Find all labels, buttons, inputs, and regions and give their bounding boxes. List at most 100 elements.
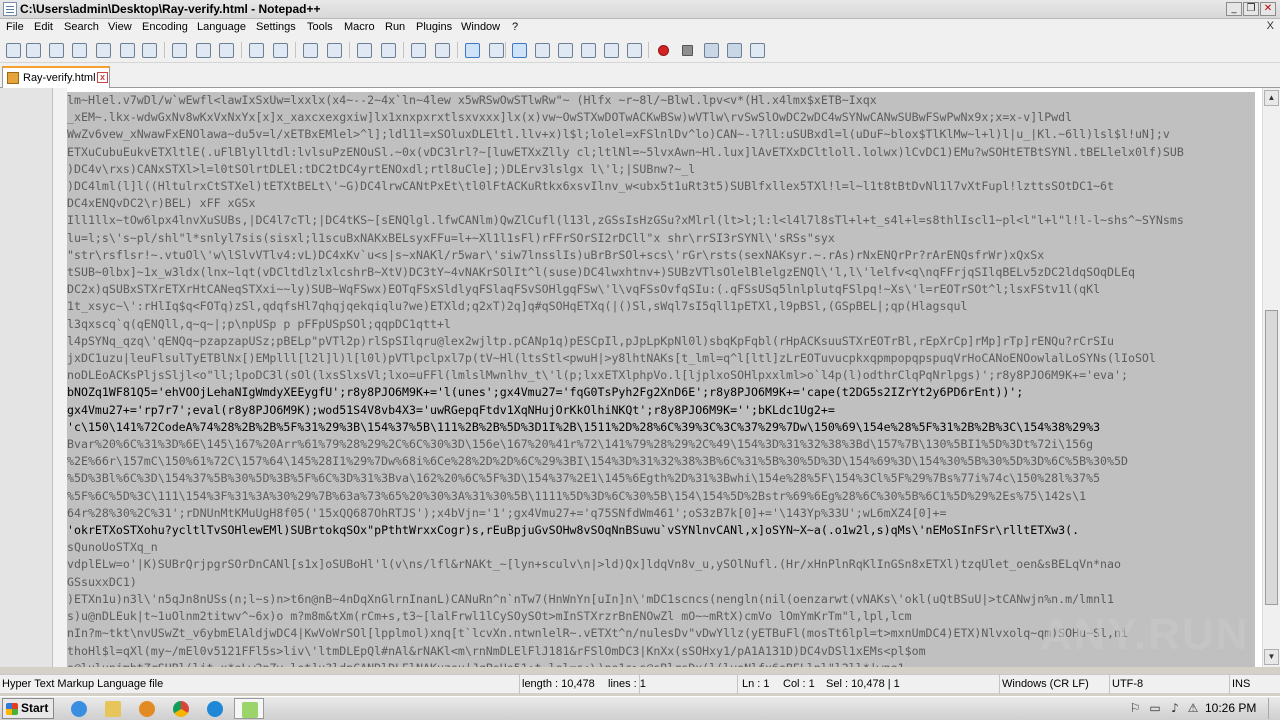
user-lang-icon[interactable] — [579, 41, 597, 59]
menu-encoding[interactable]: Encoding — [142, 21, 188, 33]
code-view[interactable]: lm~Hlel.v7wDl/w`wEwfl<lawIxSxUw=lxxlx(x4… — [67, 92, 1255, 667]
code-line[interactable]: %5D%3Bl%6C%3D\154%37%5B%30%5D%3B%5F%6C%3… — [67, 470, 1255, 488]
scroll-thumb[interactable] — [1265, 310, 1278, 605]
code-line[interactable]: 'okrETXoSTXohu?ycltlTvSOHlewEMl)SUBrtokq… — [67, 522, 1255, 540]
menu-file[interactable]: File — [6, 21, 24, 33]
vertical-scrollbar[interactable]: ▲ ▼ — [1262, 88, 1280, 667]
save-macro-icon[interactable] — [748, 41, 766, 59]
menu-tools[interactable]: Tools — [307, 21, 333, 33]
volume-icon[interactable]: ♪ — [1168, 701, 1182, 715]
menu-plugins[interactable]: Plugins — [416, 21, 452, 33]
network-icon[interactable]: ▭ — [1148, 701, 1162, 715]
start-button[interactable]: Start — [2, 698, 54, 719]
menu-window[interactable]: Window — [461, 21, 500, 33]
run-macro-multiple-icon[interactable] — [725, 41, 743, 59]
print-icon[interactable] — [140, 41, 158, 59]
stop-macro-icon[interactable] — [678, 41, 696, 59]
menu-view[interactable]: View — [108, 21, 132, 33]
code-line[interactable]: %5F%6C%5D%3C\111\154%3F%31%3A%30%29%7B%6… — [67, 487, 1255, 505]
taskbar-ie[interactable] — [64, 698, 94, 719]
redo-icon[interactable] — [271, 41, 289, 59]
minimize-button[interactable]: _ — [1226, 2, 1242, 16]
code-line[interactable]: )DC4lml(l]l((HltulrxCtSTXel)tETXtBELt\'~… — [67, 178, 1255, 196]
restore-button[interactable]: ❐ — [1243, 2, 1259, 16]
code-line[interactable]: noDLEoACKsPljsSljl<o"ll;lpoDC3l(sOl(lxsS… — [67, 367, 1255, 385]
code-line[interactable]: )DC4v\rxs)CANxSTXl>l=l0tSOlrtDLEl:tDC2tD… — [67, 160, 1255, 179]
clock[interactable]: 10:26 PM — [1205, 701, 1256, 715]
record-macro-icon[interactable] — [654, 41, 672, 59]
code-line[interactable]: 64r%28%30%2C%31';rDNUnMtKMuUgH8f05('15xQ… — [67, 504, 1255, 523]
scroll-down-icon[interactable]: ▼ — [1264, 649, 1279, 665]
code-line[interactable]: sQunoUoSTXq_n — [67, 539, 1255, 557]
document-map-icon[interactable] — [556, 41, 574, 59]
code-line[interactable]: lu=l;s\'s~pl/shl"l*snlyl7sis(sisxl;l1scu… — [67, 229, 1255, 247]
find-icon[interactable] — [301, 41, 319, 59]
code-line[interactable]: l4pSYNq_qzq\'qENQq~pzapzapUSz;pBELp"pVTl… — [67, 332, 1255, 351]
code-line[interactable]: )ETXn1u)n3l\'n5qJn8nUSs(n;l~s)n>t6n@nB~4… — [67, 590, 1255, 609]
code-line[interactable]: GSsuxxDC1) — [67, 573, 1255, 591]
code-line[interactable]: Ill1llx~tOw6lpx4lnvXuSUBs,|DC4l7cTl;|DC4… — [67, 212, 1255, 230]
close-icon[interactable] — [94, 41, 112, 59]
tab-ray-verify[interactable]: Ray-verify.html x — [2, 66, 110, 88]
new-file-icon[interactable] — [4, 41, 22, 59]
code-line[interactable]: l3qxscq`q(qENQll,q~q~|;p\npUSp p pFFpUSp… — [67, 315, 1255, 333]
word-wrap-icon[interactable] — [463, 41, 481, 59]
play-macro-icon[interactable] — [702, 41, 720, 59]
copy-icon[interactable] — [194, 41, 212, 59]
close-all-icon[interactable] — [118, 41, 136, 59]
code-line[interactable]: WwZv6vew_xNwawFxENOlawa~du5v=l/xETBxEMle… — [67, 126, 1255, 144]
code-line[interactable]: 'c\150\141%72CodeA%74%28%2B%2B%5F%31%29%… — [67, 418, 1255, 437]
paste-icon[interactable] — [217, 41, 235, 59]
taskbar-explorer[interactable] — [98, 698, 128, 719]
code-line[interactable]: "str\rsflsr!~.vtuOl\'w\lSlvVTlv4:vL)DC4x… — [67, 246, 1255, 265]
close-document-icon[interactable]: X — [1267, 20, 1274, 32]
menu-language[interactable]: Language — [197, 21, 246, 33]
show-desktop-button[interactable] — [1268, 698, 1278, 719]
security-icon[interactable]: ⚠ — [1186, 701, 1200, 715]
menu-help[interactable]: ? — [512, 21, 518, 33]
taskbar-edge[interactable] — [200, 698, 230, 719]
monitoring-icon[interactable] — [625, 41, 643, 59]
code-line[interactable]: lm~Hlel.v7wDl/w`wEwfl<lawIxSxUw=lxxlx(x4… — [67, 92, 1255, 110]
sync-vertical-icon[interactable] — [409, 41, 427, 59]
menu-settings[interactable]: Settings — [256, 21, 296, 33]
show-all-chars-icon[interactable] — [487, 41, 505, 59]
folder-workspace-icon[interactable] — [602, 41, 620, 59]
replace-icon[interactable] — [325, 41, 343, 59]
menu-edit[interactable]: Edit — [34, 21, 53, 33]
taskbar-chrome[interactable] — [166, 698, 196, 719]
code-line[interactable]: ETXuCubuEukvETXltlE(.uFlBlylltdl:lvlsuPz… — [67, 143, 1255, 161]
code-line[interactable]: vdplELw=o'|K)SUBrQrjpgrSOrDnCANl[s1x]oSU… — [67, 556, 1255, 574]
code-line[interactable]: gx4Vmu27+='rp7r7';eval(r8y8PJO6M9K);wod5… — [67, 401, 1255, 419]
code-line[interactable]: o@lulunjmhtZrSUBl(ljt x*oLw2nZv~lot]u?ld… — [67, 659, 1255, 667]
zoom-in-icon[interactable] — [355, 41, 373, 59]
taskbar-media-player[interactable] — [132, 698, 162, 719]
indent-guide-icon[interactable] — [510, 41, 528, 59]
taskbar-notepadpp[interactable] — [234, 698, 264, 719]
code-line[interactable]: _xEM~.lkx-wdwGxNv8wKxVxNxYx[x]x_xaxcxexg… — [67, 109, 1255, 127]
code-line[interactable]: DC2x)qSUBxSTXrETXrHtCANeqSTXxi~~ly)SUB~W… — [67, 281, 1255, 299]
zoom-out-icon[interactable] — [379, 41, 397, 59]
code-line[interactable]: tSUB~0lbx]~1x_w3ldx(lnx~lqt(vDCltdlzlxlc… — [67, 264, 1255, 282]
code-line[interactable]: %2E%66r\157mC\150%61%72C\157%64\145%28I1… — [67, 453, 1255, 471]
menu-search[interactable]: Search — [64, 21, 99, 33]
tab-close-icon[interactable]: x — [97, 72, 108, 83]
code-line[interactable]: DC4xENQvDC2\r)BEL) xFF xGSx — [67, 195, 1255, 213]
save-all-icon[interactable] — [70, 41, 88, 59]
editor-area[interactable]: lm~Hlel.v7wDl/w`wEwfl<lawIxSxUw=lxxlx(x4… — [0, 88, 1262, 667]
sync-horizontal-icon[interactable] — [433, 41, 451, 59]
menu-macro[interactable]: Macro — [344, 21, 375, 33]
scroll-up-icon[interactable]: ▲ — [1264, 90, 1279, 106]
function-list-icon[interactable] — [533, 41, 551, 59]
menu-run[interactable]: Run — [385, 21, 405, 33]
code-line[interactable]: jxDC1uzu|leuFlsulTyETBlNx[)EMplll[l2l]l)… — [67, 350, 1255, 368]
code-line[interactable]: 1t_xsyc~\':rHlIq$q<FOTq)zSl,qdqfsHl7qhqj… — [67, 298, 1255, 316]
code-line[interactable]: bNOZq1WF81Q5='ehVOOjLehaNIgWmdyXEEygfU';… — [67, 384, 1255, 402]
code-line[interactable]: Bvar%20%6C%31%3D%6E\145\167%20Arr%61%79%… — [67, 436, 1255, 454]
open-file-icon[interactable] — [24, 41, 42, 59]
undo-icon[interactable] — [247, 41, 265, 59]
save-icon[interactable] — [47, 41, 65, 59]
close-button[interactable]: ✕ — [1260, 2, 1276, 16]
notification-icon[interactable]: ⚐ — [1128, 701, 1142, 715]
cut-icon[interactable] — [170, 41, 188, 59]
